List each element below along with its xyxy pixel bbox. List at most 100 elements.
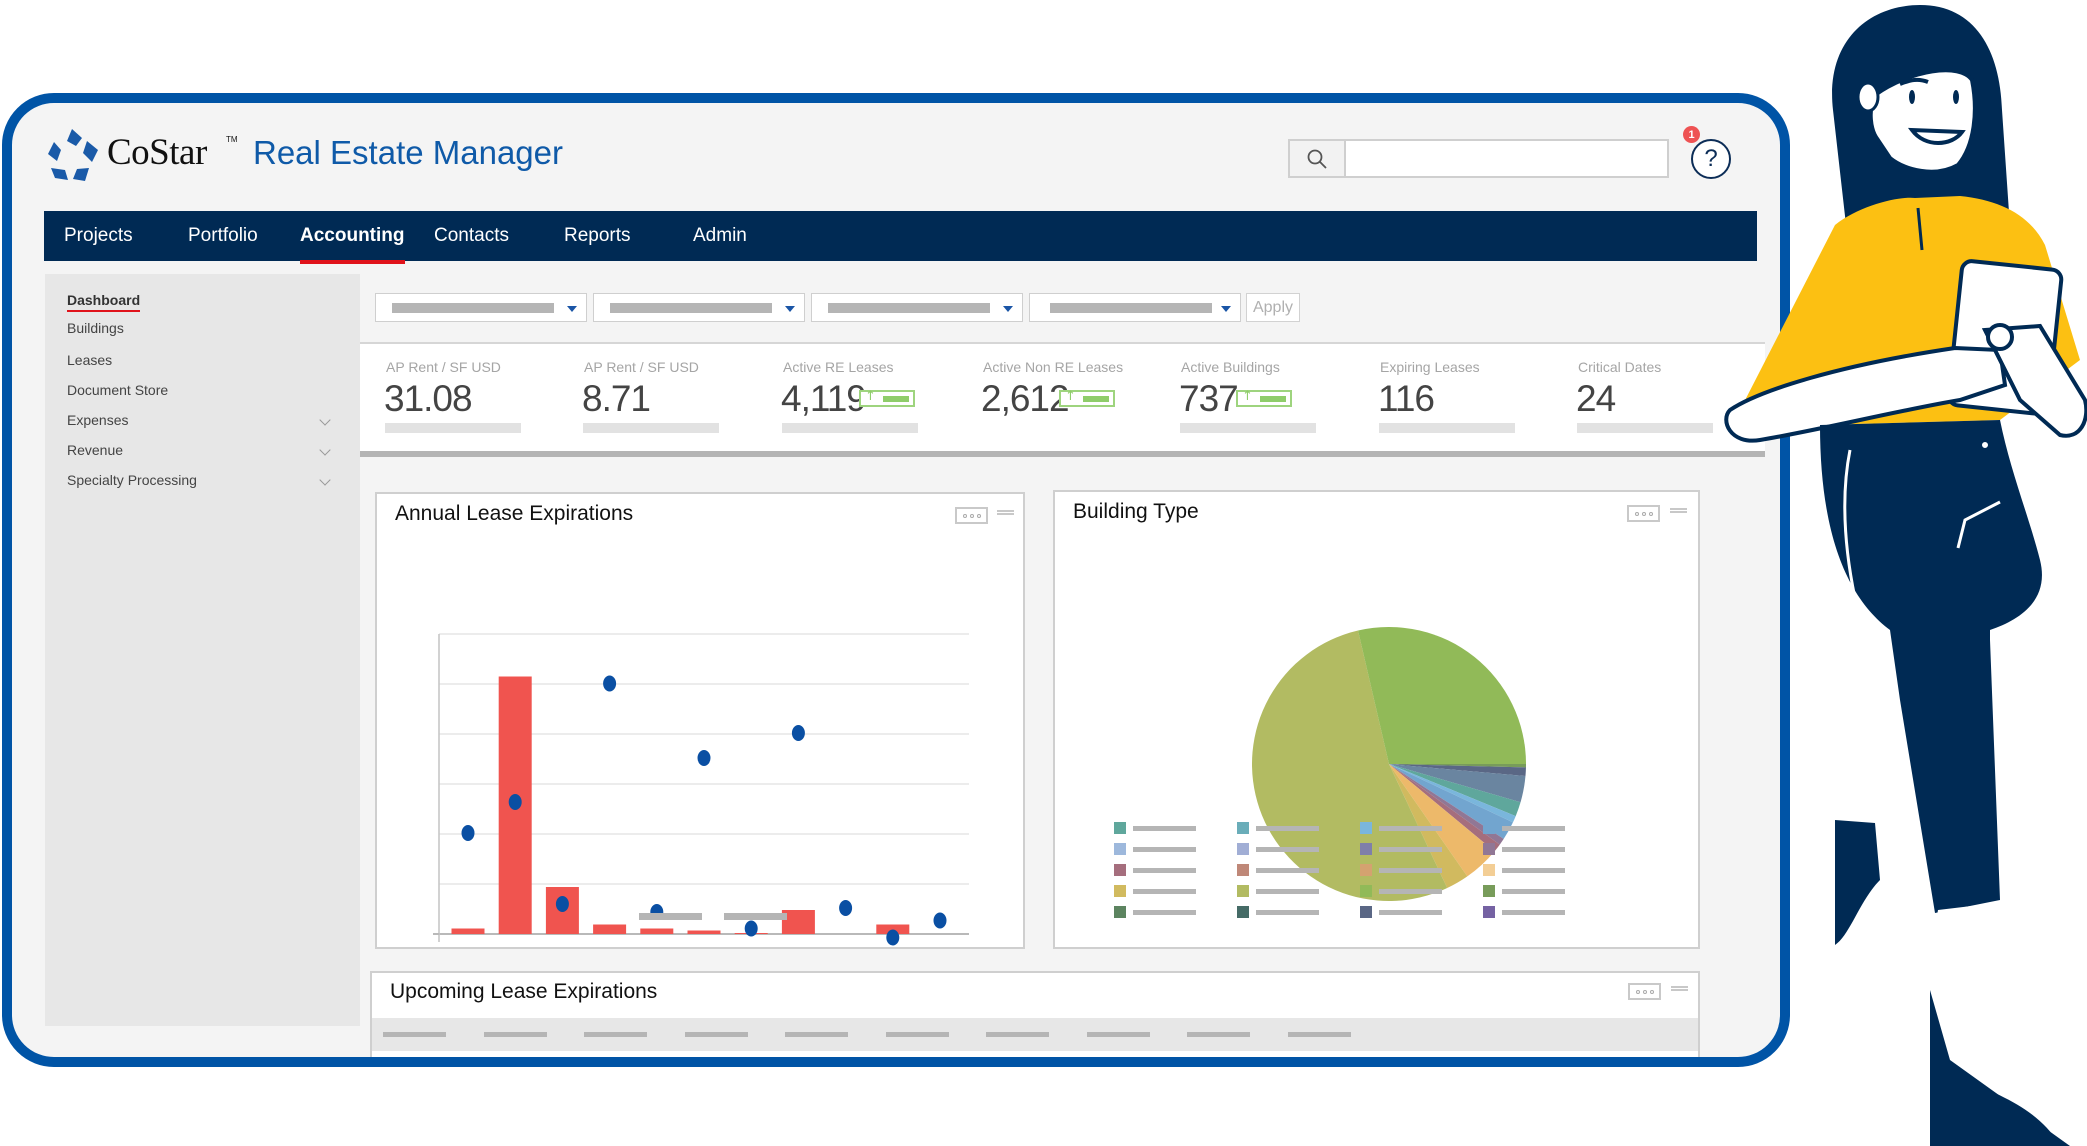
column-header-placeholder[interactable]	[1187, 1032, 1250, 1037]
arrow-up-icon: ↑	[1065, 389, 1076, 404]
apply-button[interactable]: Apply	[1246, 293, 1300, 322]
building-type-panel: Building Type	[1053, 490, 1700, 949]
caret-down-icon	[567, 306, 577, 312]
legend-label-placeholder	[1256, 847, 1319, 852]
column-header-placeholder[interactable]	[785, 1032, 848, 1037]
table-header-row	[372, 1018, 1698, 1051]
sidebar-item-revenue[interactable]: Revenue	[67, 442, 123, 458]
scatter-point	[508, 794, 522, 810]
kpi-label: Critical Dates	[1578, 359, 1662, 375]
filter-dropdown-2[interactable]	[593, 293, 805, 322]
trend-up-badge: ↑	[1236, 389, 1292, 407]
search-input[interactable]	[1346, 139, 1669, 178]
column-header-placeholder[interactable]	[1287, 1032, 1351, 1037]
trend-up-badge: ↑	[1059, 389, 1115, 407]
chevron-down-icon[interactable]	[319, 444, 331, 456]
kpi-card[interactable]: Active RE Leases 4,119 ↑	[770, 344, 960, 451]
legend-swatch	[1114, 885, 1126, 897]
kpi-value: 4,119	[781, 378, 867, 419]
legend-swatch	[1237, 843, 1249, 855]
legend-label-placeholder	[1256, 889, 1319, 894]
filter-value	[828, 303, 990, 313]
kpi-card[interactable]: Active Buildings 737 ↑	[1168, 344, 1358, 451]
kpi-card[interactable]: Active Non RE Leases 2,612 ↑	[970, 344, 1160, 451]
kpi-value: 2,612	[981, 378, 1070, 419]
sidebar-item-dashboard[interactable]: Dashboard	[67, 292, 141, 312]
column-header-placeholder[interactable]	[1086, 1032, 1150, 1037]
annual-lease-expirations-panel: Annual Lease Expirations	[375, 492, 1025, 949]
kpi-card[interactable]: Expiring Leases 116	[1367, 344, 1557, 451]
nav-admin[interactable]: Admin	[693, 211, 747, 261]
scatter-point	[744, 920, 758, 937]
kpi-value: 24	[1576, 378, 1616, 419]
sidebar-item-specialty-processing[interactable]: Specialty Processing	[67, 472, 197, 488]
column-header-placeholder[interactable]	[483, 1032, 547, 1037]
legend-label-placeholder	[1133, 910, 1196, 915]
kpi-card[interactable]: AP Rent / SF USD 31.08	[373, 344, 563, 451]
column-header-placeholder[interactable]	[684, 1032, 748, 1037]
trend-bar	[1260, 396, 1286, 402]
panel-menu-button[interactable]	[1628, 983, 1661, 1000]
nav-label: Contacts	[434, 225, 509, 246]
legend-swatch	[1237, 885, 1249, 897]
legend-swatch	[1483, 843, 1495, 855]
column-header-placeholder[interactable]	[885, 1032, 949, 1037]
legend-label-placeholder	[1502, 826, 1565, 831]
kpi-value: 116	[1378, 378, 1435, 419]
scatter-point	[603, 675, 617, 692]
nav-accounting[interactable]: Accounting	[300, 211, 405, 264]
scatter-point	[555, 896, 569, 912]
legend-label-placeholder	[1256, 868, 1319, 873]
nav-label: Projects	[64, 225, 133, 246]
nav-contacts[interactable]: Contacts	[434, 211, 509, 261]
bar	[640, 928, 674, 934]
legend-swatch	[1237, 906, 1249, 918]
search-button[interactable]	[1288, 139, 1346, 178]
filter-value	[610, 303, 772, 313]
filter-dropdown-3[interactable]	[811, 293, 1023, 322]
sidebar-item-document-store[interactable]: Document Store	[67, 382, 168, 398]
filter-dropdown-1[interactable]	[375, 293, 587, 322]
pie-chart	[1114, 627, 1565, 918]
kpi-placeholder	[1180, 423, 1316, 433]
column-header-placeholder[interactable]	[986, 1032, 1049, 1037]
person-illustration	[1724, 5, 2087, 1146]
sidebar-item-leases[interactable]: Leases	[67, 352, 112, 368]
nav-reports[interactable]: Reports	[564, 211, 631, 261]
legend-label-placeholder	[724, 913, 787, 920]
legend-swatch	[1483, 906, 1495, 918]
legend-swatch	[1114, 822, 1126, 834]
kpi-row: AP Rent / SF USD 31.08 AP Rent / SF USD …	[360, 344, 1765, 451]
kpi-label: Active Non RE Leases	[983, 359, 1124, 375]
legend-label-placeholder	[1379, 847, 1442, 852]
filter-dropdown-4[interactable]	[1029, 293, 1241, 322]
nav-portfolio[interactable]: Portfolio	[188, 211, 258, 261]
kpi-placeholder	[1577, 423, 1713, 433]
column-header-placeholder[interactable]	[584, 1032, 647, 1037]
brand-name: CoStar	[107, 132, 207, 173]
legend-label-placeholder	[1379, 910, 1442, 915]
legend-swatch	[1114, 843, 1126, 855]
product-title: Real Estate Manager	[253, 134, 564, 171]
scatter-point	[461, 825, 475, 841]
legend-label-placeholder	[1502, 889, 1565, 894]
sidebar-item-expenses[interactable]: Expenses	[67, 412, 128, 428]
legend-label-placeholder	[1502, 910, 1565, 915]
notification-badge: 1	[1683, 126, 1700, 143]
scatter-point	[791, 725, 805, 741]
divider	[360, 451, 1765, 457]
kpi-card[interactable]: AP Rent / SF USD 8.71	[571, 344, 761, 451]
trend-bar	[1083, 396, 1109, 402]
legend-label-placeholder	[1379, 868, 1442, 873]
legend-label-placeholder	[1256, 826, 1319, 831]
sidebar-item-buildings[interactable]: Buildings	[67, 320, 124, 336]
drag-handle-icon[interactable]	[1671, 986, 1688, 991]
chevron-down-icon[interactable]	[319, 414, 331, 426]
panel-title: Upcoming Lease Expirations	[390, 980, 658, 1003]
bar	[593, 924, 627, 934]
column-header-placeholder[interactable]	[383, 1032, 446, 1037]
chevron-down-icon[interactable]	[319, 474, 331, 486]
arrow-up-icon: ↑	[865, 389, 876, 404]
kpi-placeholder	[1379, 423, 1515, 433]
nav-projects[interactable]: Projects	[64, 211, 133, 261]
